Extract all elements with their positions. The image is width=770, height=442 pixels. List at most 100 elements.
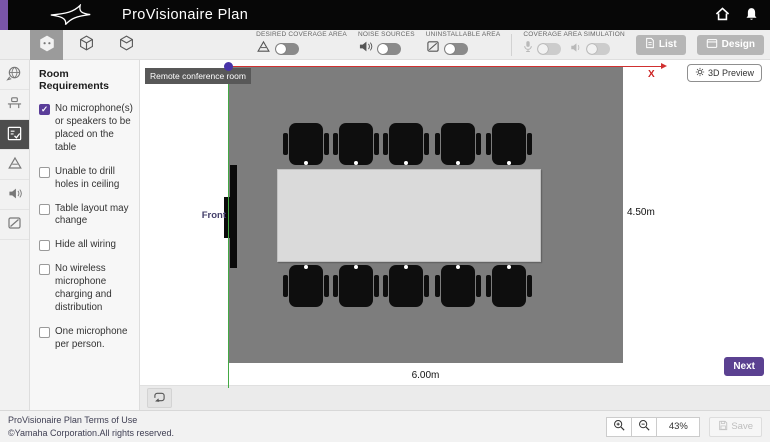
undo-icon [153, 391, 166, 406]
room-requirements-panel: Room Requirements No microphone(s) or sp… [30, 60, 140, 410]
chair[interactable] [339, 123, 373, 165]
canvas-toolbar [140, 385, 770, 410]
chair[interactable] [289, 265, 323, 307]
toolbar-toggles: DESIRED COVERAGE AREA NOISE SOURCES [256, 30, 770, 59]
save-button[interactable]: Save [709, 417, 762, 437]
furniture-icon [6, 95, 23, 114]
design-button[interactable]: Design [697, 35, 764, 55]
home-icon [715, 7, 730, 24]
notifications-button[interactable] [745, 7, 758, 24]
chair[interactable] [339, 265, 373, 307]
room[interactable] [228, 67, 623, 363]
plan-canvas[interactable]: Remote conference room 3D Preview X Fron… [140, 60, 770, 410]
requirement-label: No microphone(s) or speakers to be place… [55, 103, 134, 155]
sidebar-item-coverage[interactable] [0, 150, 29, 180]
uninstallable-area-toggle[interactable] [444, 43, 468, 55]
requirement-label: Unable to drill holes in ceiling [55, 166, 134, 192]
sidebar-item-noise[interactable] [0, 180, 29, 210]
main-area: Room Requirements No microphone(s) or sp… [0, 60, 770, 410]
save-icon [718, 420, 728, 434]
home-button[interactable] [715, 7, 730, 24]
view-tab-2[interactable] [70, 30, 103, 60]
requirement-checkbox[interactable] [39, 104, 50, 115]
topbar: ProVisionaire Plan [0, 0, 770, 30]
footer: ProVisionaire Plan Terms of Use ©Yamaha … [0, 410, 770, 442]
view-tabs [30, 30, 143, 60]
undo-button[interactable] [147, 388, 172, 408]
view-tab-1[interactable] [30, 30, 63, 60]
save-button-label: Save [731, 421, 753, 432]
app-window: ProVisionaire Plan [0, 0, 770, 442]
desired-coverage-label: DESIRED COVERAGE AREA [256, 31, 347, 38]
room-width-dimension: 6.00m [228, 370, 623, 381]
origin-handle[interactable] [224, 62, 233, 71]
list-button[interactable]: List [636, 35, 686, 55]
requirements-icon [6, 125, 23, 145]
noise-sources-icon [358, 40, 373, 58]
uninstallable-area-icon [7, 216, 22, 233]
conference-table[interactable] [277, 169, 541, 262]
footer-legal: ProVisionaire Plan Terms of Use ©Yamaha … [8, 414, 174, 439]
coverage-area-icon [7, 156, 23, 173]
next-button[interactable]: Next [724, 357, 764, 376]
requirement-checkbox[interactable] [39, 167, 50, 178]
simulation-speaker-toggle[interactable] [586, 43, 610, 55]
chair[interactable] [441, 123, 475, 165]
toolbar-divider [511, 34, 512, 56]
terms-of-use-link[interactable]: ProVisionaire Plan Terms of Use [8, 415, 137, 425]
zoom-level-value: 43% [656, 417, 700, 437]
uninstallable-area-label: UNINSTALLABLE AREA [426, 31, 501, 38]
microphone-icon [523, 40, 533, 58]
chair[interactable] [389, 123, 423, 165]
app-title: ProVisionaire Plan [122, 7, 248, 23]
front-label: Front [196, 210, 226, 221]
sidebar-item-hub[interactable] [0, 60, 29, 90]
noise-sources-label: NOISE SOURCES [358, 31, 415, 38]
desired-coverage-toggle[interactable] [275, 43, 299, 55]
zoom-in-icon [613, 419, 625, 434]
document-icon [645, 37, 655, 52]
speaker-icon [570, 40, 582, 58]
requirement-item: One microphone per person. [39, 326, 134, 352]
requirement-item: No microphone(s) or speakers to be place… [39, 103, 134, 155]
zoom-out-icon [638, 419, 650, 434]
requirement-item: Table layout may change [39, 203, 134, 229]
requirement-label: Hide all wiring [55, 239, 116, 252]
desired-coverage-group: DESIRED COVERAGE AREA [256, 31, 347, 58]
cube-icon [39, 35, 55, 55]
coverage-simulation-label: COVERAGE AREA SIMULATION [523, 31, 624, 38]
topbar-actions [715, 7, 770, 24]
chair[interactable] [492, 123, 526, 165]
list-button-label: List [659, 39, 677, 50]
sidebar-item-furniture[interactable] [0, 90, 29, 120]
requirements-checklist: No microphone(s) or speakers to be place… [39, 103, 134, 352]
noise-sources-icon [7, 187, 23, 203]
3d-preview-label: 3D Preview [708, 68, 754, 78]
panel-title: Room Requirements [39, 68, 134, 92]
requirement-label: One microphone per person. [55, 326, 134, 352]
sidebar-item-uninstallable[interactable] [0, 210, 29, 240]
y-axis [228, 66, 229, 388]
chair[interactable] [289, 123, 323, 165]
sidebar-item-requirements[interactable] [0, 120, 29, 150]
3d-preview-button[interactable]: 3D Preview [687, 64, 762, 82]
chair[interactable] [389, 265, 423, 307]
brand-accent-strip [0, 0, 8, 30]
view-tab-3[interactable] [110, 30, 143, 60]
requirement-item: No wireless microphone charging and dist… [39, 263, 134, 315]
requirement-label: Table layout may change [55, 203, 134, 229]
cube-icon [119, 35, 134, 54]
requirement-checkbox[interactable] [39, 327, 50, 338]
zoom-out-button[interactable] [631, 417, 657, 437]
window-icon [706, 38, 718, 52]
simulation-mic-toggle[interactable] [537, 43, 561, 55]
requirement-item: Hide all wiring [39, 239, 134, 252]
bell-icon [745, 7, 758, 24]
noise-sources-toggle[interactable] [377, 43, 401, 55]
requirement-checkbox[interactable] [39, 240, 50, 251]
requirement-checkbox[interactable] [39, 264, 50, 275]
chair[interactable] [492, 265, 526, 307]
requirement-checkbox[interactable] [39, 204, 50, 215]
chair[interactable] [441, 265, 475, 307]
zoom-in-button[interactable] [606, 417, 632, 437]
